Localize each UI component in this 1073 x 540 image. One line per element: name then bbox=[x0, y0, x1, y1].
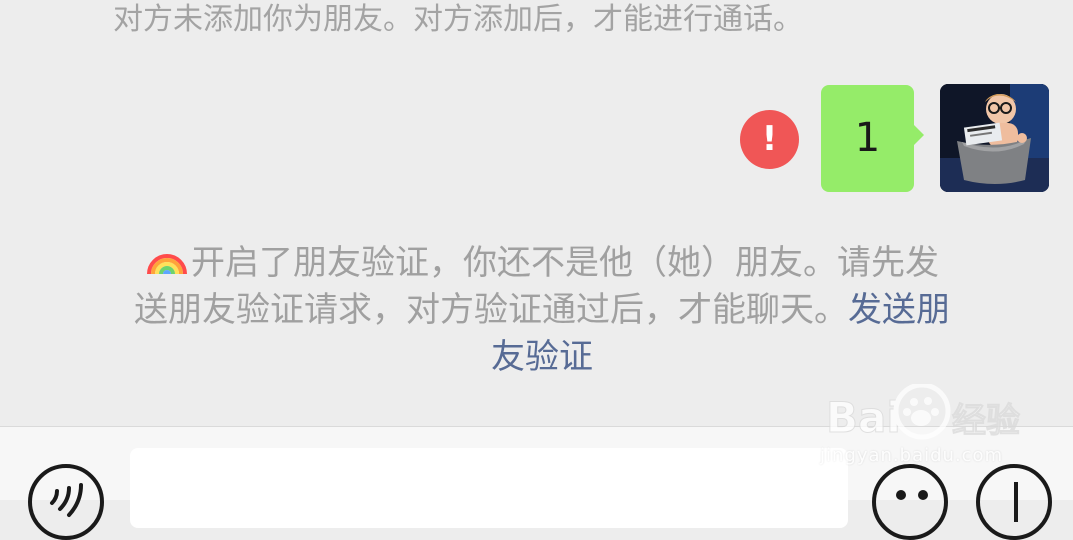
svg-text:Bai: Bai bbox=[826, 393, 901, 442]
voice-input-icon bbox=[50, 483, 83, 517]
add-friend-call-notice: 对方未添加你为朋友。对方添加后，才能进行通话。 bbox=[113, 2, 803, 37]
baidu-jingyan-watermark: Bai 经验 jingyan.baidu.com bbox=[820, 384, 1040, 476]
svg-text:经验: 经验 bbox=[952, 401, 1020, 441]
voice-input-button[interactable] bbox=[28, 464, 104, 540]
friend-verification-text-line-1: 开启了朋友验证，你还不是他（她）朋友。请先发 bbox=[191, 243, 939, 283]
friend-verification-text-line-2: 送朋友验证请求，对方验证通过后，才能聊天。 bbox=[134, 290, 848, 330]
send-friend-verification-link-start[interactable]: 发送朋 bbox=[848, 290, 950, 330]
rainbow-emoji-icon bbox=[147, 254, 187, 275]
baidu-jingyan-logo: Bai 经验 bbox=[826, 384, 1021, 443]
send-friend-verification-link-end[interactable]: 友验证 bbox=[92, 334, 992, 381]
user-avatar[interactable] bbox=[940, 84, 1049, 192]
chat-history: 对方未添加你为朋友。对方添加后，才能进行通话。 ! 1 开启了朋友验证，你还不是… bbox=[0, 0, 1073, 426]
message-input[interactable] bbox=[130, 448, 848, 528]
emoji-left-eye bbox=[896, 490, 906, 500]
more-options-icon bbox=[1014, 482, 1018, 522]
emoji-right-eye bbox=[918, 490, 928, 500]
sent-message-bubble[interactable]: 1 bbox=[821, 85, 924, 192]
message-bubble-tail bbox=[914, 125, 924, 145]
friend-verification-line-2: 送朋友验证请求，对方验证通过后，才能聊天。发送朋 bbox=[92, 287, 992, 334]
friend-verification-notice: 开启了朋友验证，你还不是他（她）朋友。请先发 送朋友验证请求，对方验证通过后，才… bbox=[92, 240, 992, 381]
avatar-photo bbox=[940, 84, 1049, 192]
friend-verification-line-1: 开启了朋友验证，你还不是他（她）朋友。请先发 bbox=[92, 240, 992, 287]
baidu-jingyan-domain: jingyan.baidu.com bbox=[820, 445, 1004, 466]
sent-message-text: 1 bbox=[854, 115, 881, 161]
message-send-failed-icon[interactable]: ! bbox=[740, 110, 799, 169]
